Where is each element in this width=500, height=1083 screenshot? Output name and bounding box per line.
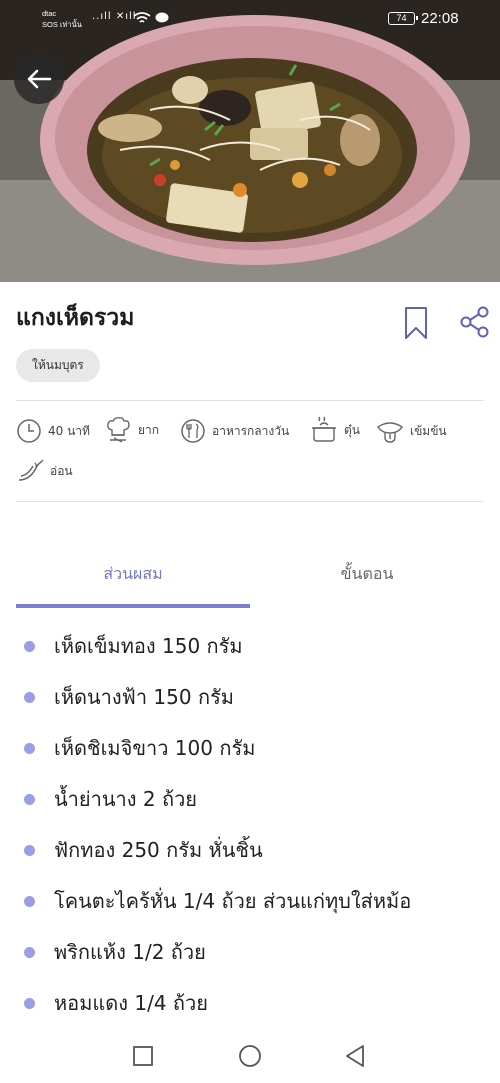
list-item: โคนตะไคร้หั่น 1/4 ถ้วย ส่วนแก่ทุบใส่หม้อ: [24, 881, 411, 921]
active-tab-indicator: [16, 604, 250, 608]
bullet-icon: [24, 844, 35, 856]
line-app-icon: [155, 12, 169, 23]
list-item: หอมแดง 1/4 ถ้วย: [24, 983, 208, 1023]
fork-spoon-icon: [181, 419, 205, 443]
signal-icon: ..ıll ✕ıll: [92, 11, 137, 22]
ingredient-text: น้ำย่านาง 2 ถ้วย: [54, 787, 198, 811]
ingredient-text: เห็ดนางฟ้า 150 กรัม: [54, 685, 234, 709]
clock-icon: [17, 419, 41, 443]
bullet-icon: [24, 640, 35, 652]
pot-icon: [312, 416, 336, 442]
bookmark-icon[interactable]: [404, 306, 428, 340]
meta-difficulty-label: ยาก: [138, 422, 160, 437]
tag-chip[interactable]: ให้นมบุตร: [16, 349, 100, 382]
ingredient-text: เห็ดชิเมจิขาว 100 กรัม: [54, 736, 256, 760]
list-item: ฟักทอง 250 กรัม หั่นชิ้น: [24, 830, 263, 870]
ingredient-text: เห็ดเข็มทอง 150 กรัม: [54, 634, 243, 658]
meta-spiciness: อ่อน: [16, 458, 73, 484]
carrier-name: dtac: [42, 9, 57, 18]
bullet-icon: [24, 691, 35, 703]
system-nav-bar: [0, 1028, 500, 1083]
list-item: พริกแห้ง 1/2 ถ้วย: [24, 932, 206, 972]
status-bar: dtac SOS เท่านั้น ..ıll ✕ıll 74 22:08: [0, 0, 500, 36]
list-item: เห็ดเข็มทอง 150 กรัม: [24, 626, 243, 666]
ingredient-text: โคนตะไคร้หั่น 1/4 ถ้วย ส่วนแก่ทุบใส่หม้อ: [54, 889, 412, 913]
battery-indicator: 74: [388, 12, 418, 25]
bullet-icon: [24, 793, 35, 805]
soup-bowl-image: [0, 0, 500, 282]
home-icon[interactable]: [238, 1044, 262, 1068]
back-button[interactable]: [14, 54, 64, 104]
meta-spiciness-label: อ่อน: [50, 463, 73, 478]
wifi-icon: [133, 12, 151, 23]
list-item: เห็ดนางฟ้า 150 กรัม: [24, 677, 234, 717]
recents-icon[interactable]: [132, 1045, 154, 1067]
bullet-icon: [24, 946, 35, 958]
divider: [16, 400, 484, 401]
ingredient-text: พริกแห้ง 1/2 ถ้วย: [54, 940, 206, 964]
tab-steps[interactable]: ขั้นตอน: [250, 562, 484, 587]
bullet-icon: [24, 742, 35, 754]
arrow-left-icon: [27, 69, 52, 89]
chili-icon: [18, 459, 44, 481]
chef-hat-icon: [107, 417, 130, 443]
share-icon[interactable]: [460, 306, 490, 338]
status-time: 22:08: [421, 10, 459, 27]
meta-cooking-method-label: ตุ๋น: [344, 422, 360, 437]
meta-meal: อาหารกลางวัน: [180, 418, 289, 444]
back-nav-icon[interactable]: [344, 1044, 366, 1068]
meta-taste-label: เข้มข้น: [410, 423, 447, 438]
recipe-title: แกงเห็ดรวม: [16, 305, 135, 331]
ingredient-text: ฟักทอง 250 กรัม หั่นชิ้น: [54, 838, 263, 862]
meta-difficulty: ยาก: [104, 416, 159, 444]
recipe-photo: dtac SOS เท่านั้น ..ıll ✕ıll 74 22:08: [0, 0, 500, 282]
ingredient-text: หอมแดง 1/4 ถ้วย: [54, 991, 208, 1015]
bullet-icon: [24, 895, 35, 907]
tab-ingredients[interactable]: ส่วนผสม: [16, 562, 250, 587]
list-item: น้ำย่านาง 2 ถ้วย: [24, 779, 197, 819]
meta-time-label: 40 นาที: [48, 423, 90, 438]
meta-cooking-method: ตุ๋น: [310, 416, 360, 444]
carrier-info: dtac SOS เท่านั้น: [42, 8, 82, 30]
tongue-icon: [377, 422, 403, 443]
meta-time: 40 นาที: [16, 418, 90, 444]
meta-taste: เข้มข้น: [376, 418, 447, 444]
meta-meal-label: อาหารกลางวัน: [212, 423, 290, 438]
list-item: เห็ดชิเมจิขาว 100 กรัม: [24, 728, 255, 768]
bullet-icon: [24, 997, 35, 1009]
divider: [16, 501, 484, 502]
carrier-status: SOS เท่านั้น: [42, 20, 82, 29]
